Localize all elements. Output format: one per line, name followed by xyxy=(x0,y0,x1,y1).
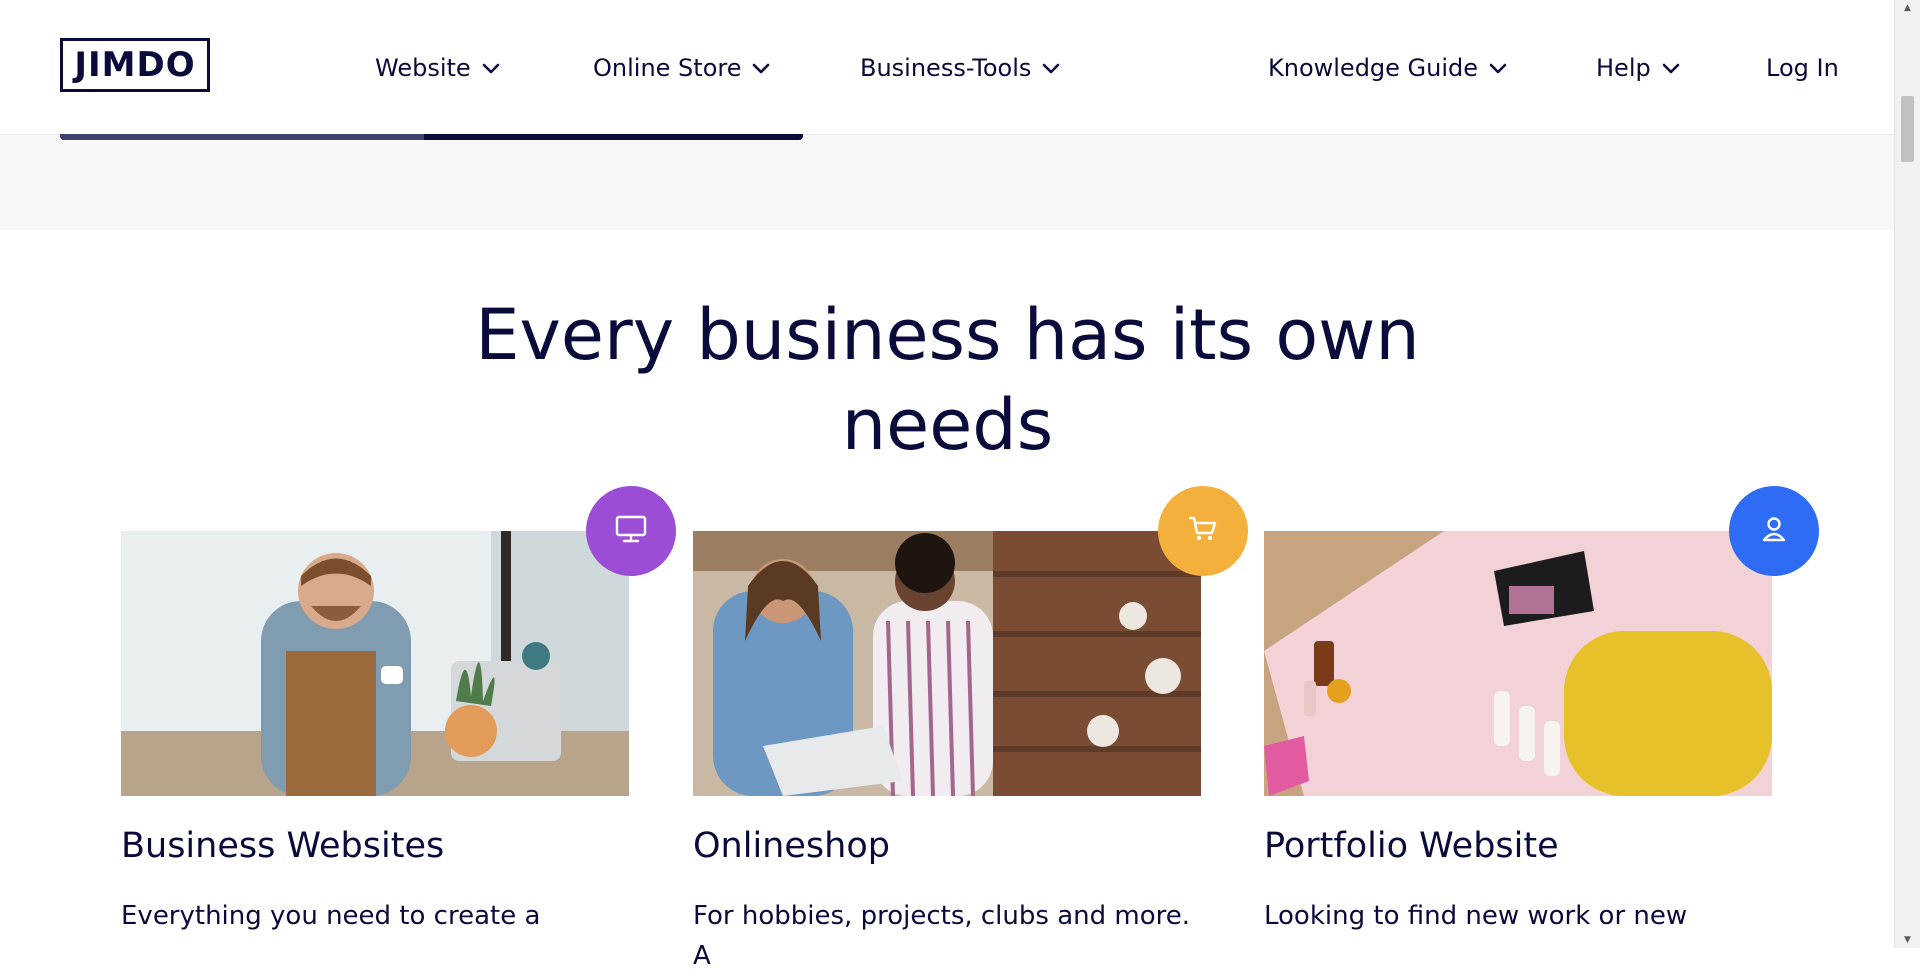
scroll-down-arrow-icon[interactable]: ▼ xyxy=(1895,932,1920,948)
card-description: Everything you need to create a xyxy=(121,901,541,931)
previous-section-band xyxy=(0,134,1895,230)
jimdo-logo[interactable]: JIMDO xyxy=(60,38,210,92)
nav-knowledge-guide[interactable]: Knowledge Guide xyxy=(1268,50,1508,86)
nav-help[interactable]: Help xyxy=(1596,50,1681,86)
cart-icon xyxy=(1188,515,1218,547)
login-label: Log In xyxy=(1766,54,1839,82)
login-link[interactable]: Log In xyxy=(1766,50,1839,86)
business-websites-image xyxy=(121,531,629,796)
nav-business-tools-label: Business-Tools xyxy=(860,54,1032,82)
site-header: JIMDO Website Online Store Business-Tool… xyxy=(0,0,1895,134)
cart-badge[interactable] xyxy=(1158,486,1248,576)
portfolio-website-image xyxy=(1264,531,1772,796)
monitor-icon xyxy=(615,515,647,547)
chevron-down-icon xyxy=(751,58,771,78)
scroll-up-arrow-icon[interactable]: ▲ xyxy=(1895,0,1920,16)
nav-website[interactable]: Website xyxy=(375,50,501,86)
onlineshop-image xyxy=(693,531,1201,796)
monitor-badge[interactable] xyxy=(586,486,676,576)
progress-underline xyxy=(60,134,803,140)
chevron-down-icon xyxy=(1041,58,1061,78)
nav-online-store[interactable]: Online Store xyxy=(593,50,771,86)
scrollbar-thumb[interactable] xyxy=(1901,96,1914,162)
nav-help-label: Help xyxy=(1596,54,1651,82)
nav-business-tools[interactable]: Business-Tools xyxy=(860,50,1061,86)
progress-underline-fill xyxy=(60,134,424,140)
section-title: Every business has its own needs xyxy=(475,294,1420,466)
nav-knowledge-guide-label: Knowledge Guide xyxy=(1268,54,1479,82)
card-description: For hobbies, projects, clubs and more. A xyxy=(693,901,1190,971)
card-description: Looking to find new work or new xyxy=(1264,901,1688,931)
nav-online-store-label: Online Store xyxy=(593,54,742,82)
chevron-down-icon xyxy=(1661,58,1681,78)
person-icon xyxy=(1761,515,1787,547)
nav-website-label: Website xyxy=(375,54,471,82)
page-scrollbar[interactable]: ▲ ▼ xyxy=(1894,0,1920,948)
card-title: Business Websites xyxy=(121,826,445,866)
chevron-down-icon xyxy=(1488,58,1508,78)
chevron-down-icon xyxy=(481,58,501,78)
card-title: Onlineshop xyxy=(693,826,890,866)
person-badge[interactable] xyxy=(1729,486,1819,576)
card-title: Portfolio Website xyxy=(1264,826,1559,866)
